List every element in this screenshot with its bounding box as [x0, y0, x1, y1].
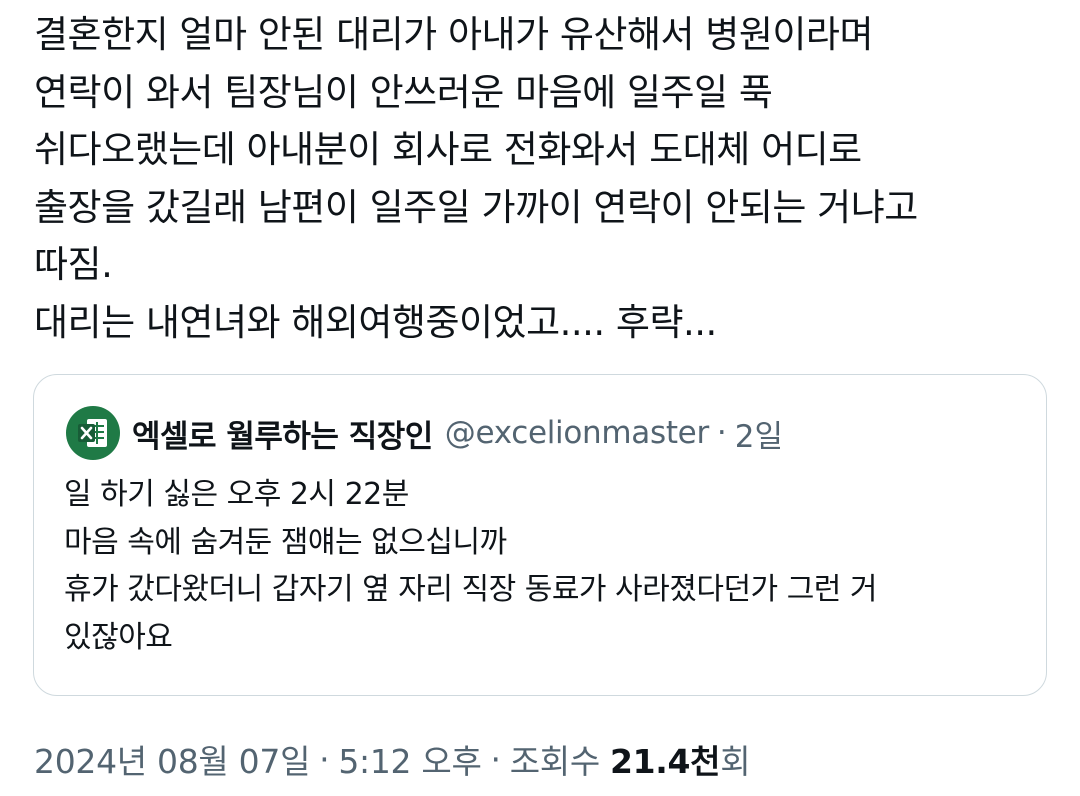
tweet-text: 결혼한지 얼마 안된 대리가 아내가 유산해서 병원이라며 연락이 와서 팀장님…	[34, 6, 1054, 351]
post-time[interactable]: 5:12 오후	[338, 735, 482, 783]
views-count[interactable]: 21.4천	[610, 735, 721, 783]
quoted-tweet-text: 일 하기 싫은 오후 2시 22분 마음 속에 숨겨둔 잼얘는 없으십니까 휴가…	[64, 471, 1024, 661]
quoted-tweet-header: 엑셀로 월루하는 직장인 @excelionmaster · 2일	[66, 405, 783, 461]
tweet-text-line: 결혼한지 얼마 안된 대리가 아내가 유산해서 병원이라며	[34, 13, 874, 56]
excel-logo-icon[interactable]	[66, 406, 120, 460]
quoted-text-line: 휴가 갔다왔더니 갑자기 옆 자리 직장 동료가 사라졌다던가 그런 거	[64, 572, 878, 607]
separator-dot: ·	[490, 739, 502, 779]
tweet-text-line: 쉬다오랬는데 아내분이 회사로 전화와서 도대체 어디로	[34, 128, 862, 171]
quoted-text-line: 있잖아요	[64, 619, 173, 655]
views-label: 조회수	[509, 742, 600, 781]
separator-dot: ·	[716, 415, 727, 451]
quoted-tweet-card[interactable]: 엑셀로 월루하는 직장인 @excelionmaster · 2일 일 하기 싫…	[33, 374, 1047, 696]
post-date[interactable]: 2024년 08월 07일	[34, 735, 310, 783]
tweet-meta-row: 2024년 08월 07일 · 5:12 오후 · 조회수 21.4천 회	[34, 732, 751, 786]
views-unit: 회	[720, 742, 751, 781]
quoted-text-line: 일 하기 싫은 오후 2시 22분	[64, 477, 409, 512]
tweet-text-line: 대리는 내연녀와 해외여행중이었고.... 후략...	[34, 300, 717, 344]
tweet-text-line: 출장을 갔길래 남편이 일주일 가까이 연락이 안되는 거냐고	[34, 185, 918, 229]
quoted-post-age[interactable]: 2일	[735, 411, 783, 456]
quoted-text-line: 마음 속에 숨겨둔 잼얘는 없으십니까	[64, 524, 507, 560]
tweet-text-line: 따짐.	[34, 243, 113, 286]
quoted-author-name[interactable]: 엑셀로 월루하는 직장인	[132, 411, 433, 456]
quoted-author-handle[interactable]: @excelionmaster	[445, 415, 709, 451]
tweet-text-line: 연락이 와서 팀장님이 안쓰러운 마음에 일주일 푹	[34, 70, 773, 114]
separator-dot: ·	[319, 739, 330, 779]
